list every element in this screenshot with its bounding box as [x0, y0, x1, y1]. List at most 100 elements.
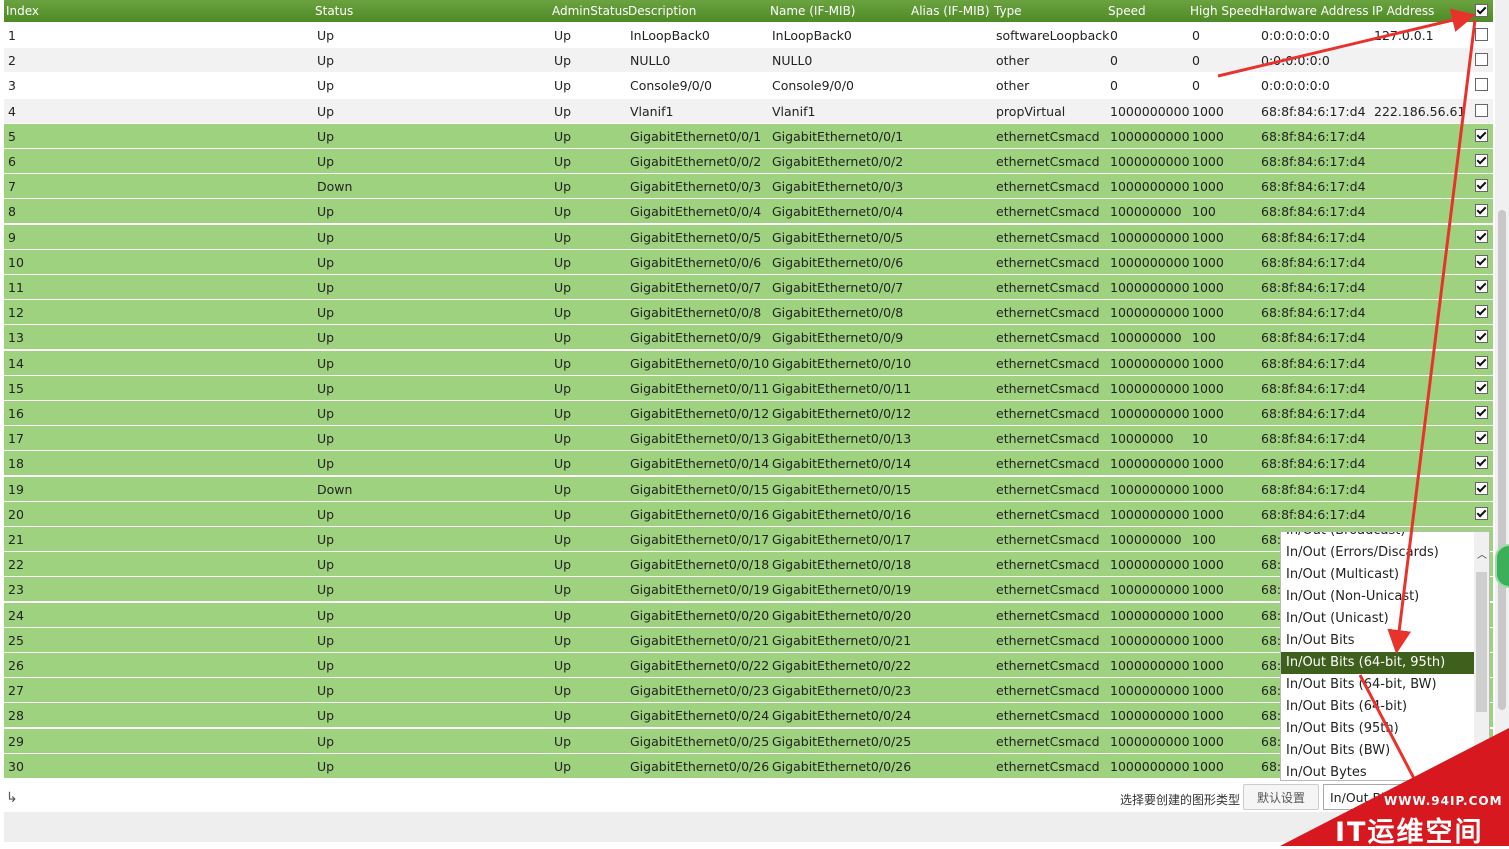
- col-hardware-address-cell: 68:8f:84:6:17:d4: [1261, 305, 1366, 321]
- table-row[interactable]: 5 Up Up GigabitEthernet0/0/1 GigabitEthernet…: [4, 123, 1493, 149]
- col-type-header[interactable]: Type: [994, 4, 1022, 18]
- dropdown-option[interactable]: In/Out (Broadcast): [1281, 532, 1479, 542]
- col-ip-address-header[interactable]: IP Address: [1372, 4, 1434, 18]
- table-row[interactable]: 2 Up Up NULL0 NULL0 other 0 0 0:0:0:0:0:0: [4, 48, 1493, 74]
- row-select-checkbox[interactable]: [1475, 204, 1488, 218]
- dropdown-option[interactable]: In/Out Bits (64-bit, 95th): [1281, 652, 1479, 674]
- row-select-checkbox[interactable]: [1475, 380, 1488, 394]
- return-arrow-icon[interactable]: ↳: [6, 790, 18, 806]
- table-row[interactable]: 3 Up Up Console9/0/0 Console9/0/0 other 0 0 0:0:…: [4, 73, 1493, 99]
- dropdown-option[interactable]: In/Out (Unicast): [1281, 608, 1479, 630]
- default-settings-button[interactable]: 默认设置: [1243, 784, 1319, 810]
- table-row[interactable]: 4 Up Up Vlanif1 Vlanif1 propVirtual 1000000000…: [4, 98, 1493, 124]
- col-admin-status-header[interactable]: AdminStatus: [552, 4, 628, 18]
- table-row[interactable]: 17 Up Up GigabitEthernet0/0/13 GigabitEthern…: [4, 426, 1493, 452]
- col-speed-cell: 1000000000: [1110, 103, 1190, 119]
- row-select-checkbox[interactable]: [1475, 506, 1488, 520]
- table-row[interactable]: 20 Up Up GigabitEthernet0/0/16 GigabitEthern…: [4, 501, 1493, 527]
- table-row[interactable]: 14 Up Up GigabitEthernet0/0/10 GigabitEthern…: [4, 350, 1493, 376]
- col-hardware-address-cell: 0:0:0:0:0:0: [1261, 53, 1330, 69]
- table-row[interactable]: 19 Down Up GigabitEthernet0/0/15 GigabitEthe…: [4, 476, 1493, 502]
- row-select-checkbox[interactable]: [1475, 179, 1488, 193]
- table-row[interactable]: 10 Up Up GigabitEthernet0/0/6 GigabitEtherne…: [4, 249, 1493, 275]
- row-select-checkbox[interactable]: [1475, 406, 1488, 419]
- col-index-header[interactable]: Index: [6, 4, 39, 18]
- table-row[interactable]: 1 Up Up InLoopBack0 InLoopBack0 softwareLoopb…: [4, 23, 1493, 48]
- page-scrollbar[interactable]: [1495, 0, 1509, 780]
- row-select-checkbox[interactable]: [1475, 229, 1488, 243]
- col-alias-header[interactable]: Alias (IF-MIB): [911, 4, 990, 18]
- row-select-checkbox[interactable]: [1475, 431, 1488, 445]
- select-all-checkbox[interactable]: [1475, 4, 1488, 17]
- dropdown-option[interactable]: In/Out Bits: [1281, 630, 1479, 652]
- dropdown-option[interactable]: In/Out Bits (95th): [1281, 718, 1479, 740]
- col-index-cell: 27: [8, 683, 24, 699]
- scroll-up-icon[interactable]: ︿: [1477, 546, 1487, 561]
- watermark-url: WWW.94IP.COM: [1384, 794, 1503, 808]
- dropdown-scrollbar[interactable]: [1474, 532, 1489, 780]
- row-select-checkbox[interactable]: [1475, 330, 1488, 344]
- row-select-checkbox[interactable]: [1475, 78, 1488, 92]
- col-description-header[interactable]: Description: [628, 4, 696, 18]
- row-select-checkbox[interactable]: [1475, 456, 1488, 470]
- col-speed-cell: 1000000000: [1110, 708, 1190, 724]
- col-high-speed-cell: 1000: [1192, 658, 1224, 673]
- col-status-cell: Up: [317, 557, 335, 573]
- table-row[interactable]: 18 Up Up GigabitEthernet0/0/14 GigabitEthern…: [4, 451, 1493, 477]
- table-row[interactable]: 16 Up Up GigabitEthernet0/0/12 GigabitEthern…: [4, 401, 1493, 426]
- row-select-checkbox[interactable]: [1475, 28, 1488, 41]
- table-row[interactable]: 9 Up Up GigabitEthernet0/0/5 GigabitEthernet…: [4, 224, 1493, 250]
- table-row[interactable]: 8 Up Up GigabitEthernet0/0/4 GigabitEthernet…: [4, 199, 1493, 225]
- graph-type-dropdown[interactable]: In/Out (Broadcast)In/Out (Errors/Discard…: [1280, 531, 1490, 781]
- dropdown-option[interactable]: In/Out Bits (64-bit): [1281, 696, 1479, 718]
- row-select-checkbox[interactable]: [1475, 154, 1488, 167]
- col-speed-cell: 1000000000: [1110, 733, 1190, 749]
- row-select-checkbox[interactable]: [1475, 305, 1488, 319]
- dropdown-option[interactable]: In/Out (Errors/Discards): [1281, 542, 1479, 564]
- col-speed-header[interactable]: Speed: [1108, 4, 1146, 18]
- table-row[interactable]: 23 Up Up GigabitEthernet0/0/19 GigabitEthern…: [4, 577, 1493, 603]
- table-row[interactable]: 28 Up Up GigabitEthernet0/0/24 GigabitEthern…: [4, 703, 1493, 729]
- dropdown-option[interactable]: In/Out Bits (BW): [1281, 740, 1479, 762]
- floating-badge-icon[interactable]: [1495, 544, 1509, 588]
- scrollbar-thumb[interactable]: [1498, 210, 1506, 710]
- col-type-cell: ethernetCsmacd: [996, 431, 1100, 447]
- table-row[interactable]: 6 Up Up GigabitEthernet0/0/2 GigabitEthernet…: [4, 149, 1493, 174]
- col-high-speed-cell: 100: [1192, 330, 1216, 346]
- dropdown-scroll-thumb[interactable]: [1476, 572, 1487, 712]
- col-admin-status-cell: Up: [554, 229, 572, 245]
- col-name-header[interactable]: Name (IF-MIB): [770, 4, 855, 18]
- table-row[interactable]: 7 Down Up GigabitEthernet0/0/3 GigabitEthern…: [4, 174, 1493, 200]
- dropdown-option[interactable]: In/Out Bytes: [1281, 762, 1479, 780]
- row-select-checkbox[interactable]: [1475, 481, 1488, 495]
- col-high-speed-header[interactable]: High Speed: [1190, 4, 1259, 18]
- col-description-cell: GigabitEthernet0/0/21: [630, 632, 770, 648]
- col-admin-status-cell: Up: [554, 355, 572, 371]
- table-row[interactable]: 21 Up Up GigabitEthernet0/0/17 GigabitEthern…: [4, 527, 1493, 552]
- table-row[interactable]: 13 Up Up GigabitEthernet0/0/9 GigabitEtherne…: [4, 325, 1493, 351]
- col-admin-status-cell: Up: [554, 406, 572, 421]
- table-row[interactable]: 27 Up Up GigabitEthernet0/0/23 GigabitEthern…: [4, 678, 1493, 704]
- row-select-checkbox[interactable]: [1475, 280, 1488, 293]
- table-row[interactable]: 12 Up Up GigabitEthernet0/0/8 GigabitEtherne…: [4, 300, 1493, 326]
- table-row[interactable]: 30 Up Up GigabitEthernet0/0/26 GigabitEthern…: [4, 753, 1493, 779]
- table-row[interactable]: 26 Up Up GigabitEthernet0/0/22 GigabitEthern…: [4, 653, 1493, 678]
- dropdown-option[interactable]: In/Out (Non-Unicast): [1281, 586, 1479, 608]
- row-select-checkbox[interactable]: [1475, 103, 1488, 117]
- col-hardware-address-header[interactable]: Hardware Address: [1259, 4, 1369, 18]
- table-row[interactable]: 24 Up Up GigabitEthernet0/0/20 GigabitEthern…: [4, 602, 1493, 628]
- table-row[interactable]: 25 Up Up GigabitEthernet0/0/21 GigabitEthern…: [4, 627, 1493, 653]
- row-select-checkbox[interactable]: [1475, 254, 1488, 268]
- table-row[interactable]: 29 Up Up GigabitEthernet0/0/25 GigabitEthern…: [4, 728, 1493, 754]
- dropdown-option[interactable]: In/Out (Multicast): [1281, 564, 1479, 586]
- row-select-checkbox[interactable]: [1475, 128, 1488, 142]
- dropdown-option[interactable]: In/Out Bits (64-bit, BW): [1281, 674, 1479, 696]
- row-select-checkbox[interactable]: [1475, 355, 1488, 369]
- row-select-checkbox[interactable]: [1475, 53, 1488, 67]
- col-index-cell: 10: [8, 254, 24, 270]
- col-status-header[interactable]: Status: [315, 4, 353, 18]
- table-row[interactable]: 22 Up Up GigabitEthernet0/0/18 GigabitEthern…: [4, 552, 1493, 578]
- table-row[interactable]: 11 Up Up GigabitEthernet0/0/7 GigabitEtherne…: [4, 275, 1493, 300]
- table-row[interactable]: 15 Up Up GigabitEthernet0/0/11 GigabitEthern…: [4, 375, 1493, 401]
- col-admin-status-cell: Up: [554, 305, 572, 321]
